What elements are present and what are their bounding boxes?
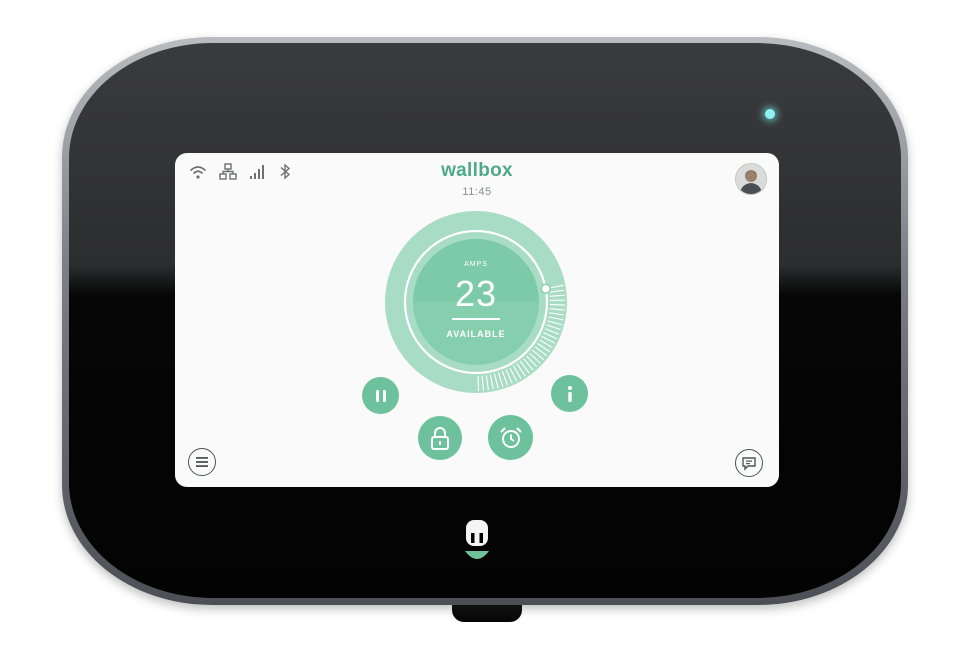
user-avatar-icon — [736, 164, 766, 194]
current-value: 23 — [454, 273, 498, 314]
dial-unit-label: AMPS — [464, 261, 488, 268]
pause-button[interactable] — [362, 377, 399, 414]
menu-icon — [196, 457, 208, 467]
clock-time: 11:45 — [462, 186, 492, 198]
dial-knob[interactable] — [540, 283, 551, 294]
charger-status: AVAILABLE — [446, 329, 506, 339]
lock-button[interactable] — [418, 416, 462, 460]
dial-tick — [549, 304, 565, 306]
status-led — [765, 109, 775, 119]
alarm-clock-icon — [499, 426, 522, 448]
app-title: wallbox — [441, 160, 513, 181]
user-avatar[interactable] — [735, 163, 767, 195]
info-button[interactable] — [551, 375, 588, 412]
menu-button[interactable] — [188, 448, 216, 476]
lock-icon — [431, 427, 449, 450]
info-icon — [567, 385, 572, 402]
dial-divider — [452, 318, 500, 320]
schedule-button[interactable] — [488, 415, 533, 460]
touch-screen: wallbox 11:45 AMPS 23 AVAILABLE — [175, 153, 779, 487]
pause-icon — [375, 389, 386, 402]
chat-icon — [742, 456, 756, 471]
wallbox-logo-icon — [465, 520, 489, 559]
messages-button[interactable] — [735, 449, 763, 477]
